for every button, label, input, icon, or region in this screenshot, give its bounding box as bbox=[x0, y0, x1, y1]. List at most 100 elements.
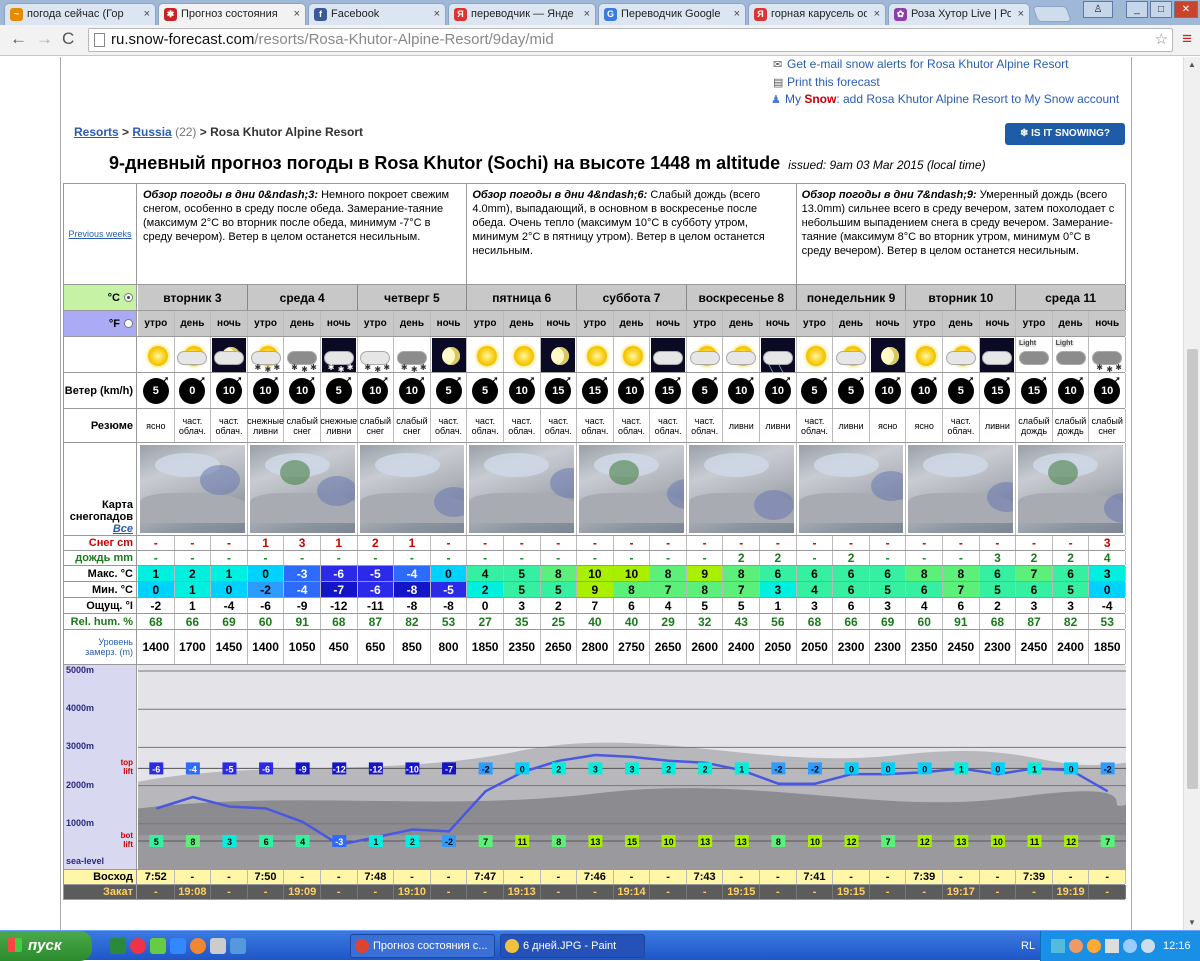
weather-icon-cell: Light bbox=[1016, 337, 1053, 372]
browser-tab[interactable]: Ягорная карусель оф × bbox=[748, 3, 886, 25]
icq-icon[interactable] bbox=[150, 938, 166, 954]
email-alert-link[interactable]: ✉ Get e-mail snow alerts for Rosa Khutor … bbox=[773, 57, 1068, 71]
is-it-snowing-button[interactable]: ❄ IS IT SNOWING? bbox=[1005, 123, 1125, 145]
desktop-icon[interactable] bbox=[230, 938, 246, 954]
wind-speed: 5 bbox=[847, 384, 855, 397]
close-icon[interactable]: × bbox=[734, 4, 740, 24]
back-icon[interactable]: ← bbox=[10, 29, 27, 49]
vertical-scrollbar[interactable]: ▲ ▼ bbox=[1183, 57, 1200, 930]
feels-like-cell: 6 bbox=[833, 598, 870, 613]
start-button[interactable]: пуск bbox=[0, 931, 92, 961]
snowflake-shape: ✱ bbox=[419, 362, 427, 372]
previous-weeks-link[interactable]: Previous weeks bbox=[64, 184, 137, 284]
browser-tab[interactable]: G Переводчик Google × bbox=[598, 3, 746, 25]
clock-tray-icon[interactable] bbox=[1141, 939, 1155, 953]
close-icon[interactable]: × bbox=[874, 4, 880, 24]
close-window-icon[interactable]: ✕ bbox=[1174, 1, 1198, 18]
snow-map-thumbnail[interactable] bbox=[577, 443, 687, 535]
max-temp-cell: -5 bbox=[357, 566, 395, 581]
update-icon[interactable] bbox=[1087, 939, 1101, 953]
snow-map-thumbnail[interactable] bbox=[687, 443, 797, 535]
feels-like-cell: -8 bbox=[431, 598, 468, 613]
minimize-icon[interactable]: _ bbox=[1126, 1, 1148, 18]
language-indicator[interactable]: RL bbox=[1021, 931, 1035, 961]
close-icon[interactable]: × bbox=[294, 4, 300, 24]
snow-map-thumbnail[interactable] bbox=[1016, 443, 1126, 535]
top-lift-temp-value: 3 bbox=[593, 764, 598, 774]
sun-icon bbox=[468, 338, 502, 372]
menu-icon[interactable]: ≡ bbox=[1182, 30, 1192, 47]
close-icon[interactable]: × bbox=[434, 4, 440, 24]
snow-map-image bbox=[359, 445, 465, 533]
maximize-icon[interactable]: □ bbox=[1150, 1, 1172, 18]
mysnow-link[interactable]: ♟ My Snow: add Rosa Khutor Alpine Resort … bbox=[771, 92, 1119, 106]
antivirus-icon[interactable] bbox=[1069, 939, 1083, 953]
all-maps-link[interactable]: Все bbox=[113, 523, 133, 535]
celsius-radio[interactable] bbox=[124, 293, 133, 302]
row-label-text: Rel. hum. % bbox=[70, 615, 133, 628]
ie-icon[interactable] bbox=[170, 938, 186, 954]
firefox-icon[interactable] bbox=[190, 938, 206, 954]
network-icon[interactable] bbox=[1051, 939, 1065, 953]
scroll-down-icon[interactable]: ▼ bbox=[1188, 918, 1196, 927]
address-bar[interactable]: ru.snow-forecast.com/resorts/Rosa-Khutor… bbox=[88, 28, 1173, 52]
top-lift-temp: -2 bbox=[1100, 762, 1115, 775]
close-icon[interactable]: × bbox=[144, 4, 150, 24]
snow-map-thumbnail[interactable] bbox=[248, 443, 358, 535]
chrome-quick-icon[interactable] bbox=[130, 938, 146, 954]
browser-tab[interactable]: ✱ Прогноз состояния × bbox=[158, 3, 306, 25]
profile-icon[interactable]: ♙ bbox=[1083, 1, 1113, 18]
browser-tab[interactable]: ~ погода сейчас (Гор × bbox=[4, 3, 156, 25]
browser-tab[interactable]: ✿ Роза Хутор Live | Ро × bbox=[888, 3, 1030, 25]
rain-cell: - bbox=[614, 551, 651, 565]
taskbar-button[interactable]: Прогноз состояния с... bbox=[350, 934, 495, 958]
excel-icon[interactable] bbox=[110, 938, 126, 954]
forward-icon[interactable]: → bbox=[36, 29, 53, 49]
reload-icon[interactable]: C bbox=[62, 29, 74, 49]
period-header: день bbox=[284, 311, 321, 336]
close-icon[interactable]: × bbox=[1018, 4, 1024, 24]
close-icon[interactable]: × bbox=[584, 4, 590, 24]
sunset-cell: - bbox=[760, 885, 797, 899]
top-lift-temp: 0 bbox=[881, 762, 896, 775]
snow-map-thumbnail[interactable] bbox=[906, 443, 1017, 535]
new-tab-button[interactable] bbox=[1032, 6, 1072, 22]
unit-fahrenheit-toggle[interactable]: °F bbox=[64, 311, 137, 336]
scroll-up-icon[interactable]: ▲ bbox=[1188, 60, 1196, 69]
bottom-lift-temp: 10 bbox=[661, 834, 676, 847]
top-lift-temp: -12 bbox=[368, 762, 383, 775]
resume-cell: част. облач. bbox=[797, 409, 834, 442]
browser-tab[interactable]: f Facebook × bbox=[308, 3, 446, 25]
snow-map-thumbnail[interactable] bbox=[358, 443, 468, 535]
feels-like-cell: 5 bbox=[687, 598, 724, 613]
resume-cell: част. облач. bbox=[577, 409, 614, 442]
bottom-lift-temp-value: 12 bbox=[920, 837, 930, 847]
scrollbar-thumb[interactable] bbox=[1187, 349, 1198, 789]
top-lift-temp: 0 bbox=[515, 762, 530, 775]
unit-celsius-label: °C bbox=[107, 291, 120, 304]
save-quick-icon[interactable] bbox=[210, 938, 226, 954]
resume-cell: ливни bbox=[980, 409, 1017, 442]
bottom-lift-temp: 7 bbox=[1100, 834, 1115, 847]
wind-speed: 5 bbox=[335, 384, 342, 397]
breadcrumb-country[interactable]: Russia bbox=[132, 125, 171, 139]
sunset-cell: - bbox=[980, 885, 1017, 899]
feels-like-cell: -4 bbox=[1089, 598, 1126, 613]
min-temp-cell: 1 bbox=[174, 582, 212, 597]
breadcrumb-resorts[interactable]: Resorts bbox=[74, 125, 119, 139]
unit-celsius-toggle[interactable]: °C bbox=[64, 285, 137, 310]
snow-map-thumbnail[interactable] bbox=[467, 443, 578, 535]
print-link[interactable]: ▤ Print this forecast bbox=[773, 75, 880, 89]
y-axis-label: 2000m bbox=[66, 779, 95, 790]
taskbar-button[interactable]: 6 дней.JPG - Paint bbox=[500, 934, 645, 958]
top-lift-temp-value: -2 bbox=[482, 764, 490, 774]
bluetooth-icon[interactable] bbox=[1123, 939, 1137, 953]
fahrenheit-radio[interactable] bbox=[124, 319, 133, 328]
snow-map-thumbnail[interactable] bbox=[797, 443, 907, 535]
bookmark-star-icon[interactable]: ☆ bbox=[1155, 29, 1168, 51]
snow-map-thumbnail[interactable] bbox=[138, 443, 248, 535]
feels-like-cell: 5 bbox=[723, 598, 761, 613]
wind-arrow: ➚ bbox=[491, 375, 499, 384]
browser-tab[interactable]: Япереводчик — Янде × bbox=[448, 3, 596, 25]
volume-icon[interactable] bbox=[1105, 939, 1119, 953]
